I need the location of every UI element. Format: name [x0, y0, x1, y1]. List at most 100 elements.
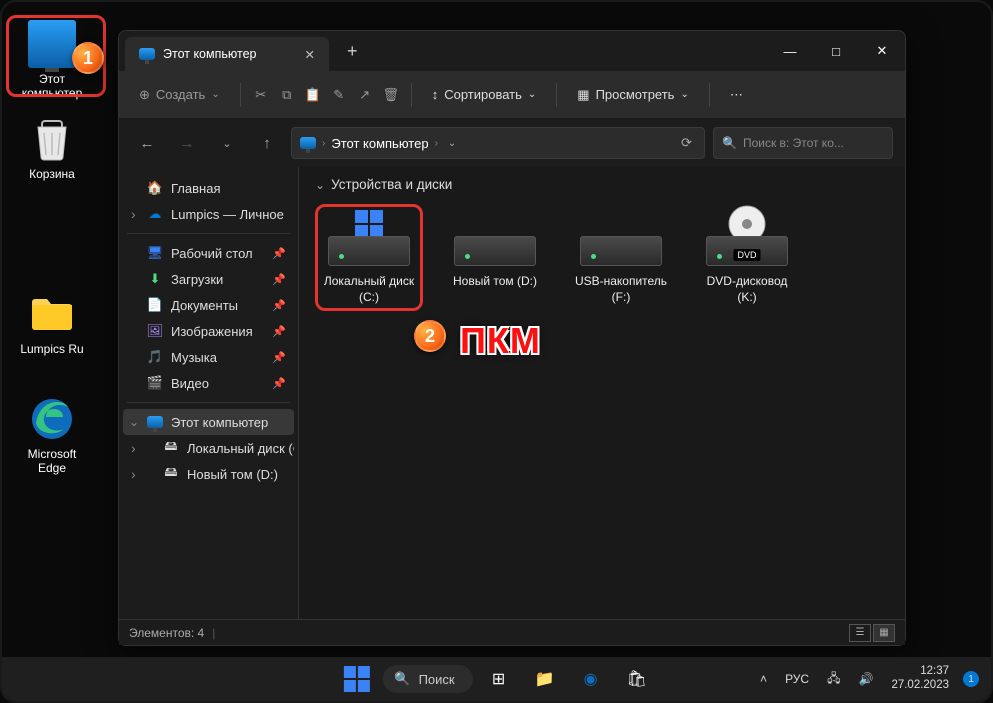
sidebar-documents[interactable]: 📄 Документы 📌 [123, 292, 294, 318]
content-pane[interactable]: Устройства и диски Локальный диск (C:) Н… [299, 167, 905, 619]
video-icon: 🎬 [147, 375, 163, 391]
download-icon: ⬇ [147, 271, 163, 287]
chevron-down-icon: ⌄ [211, 89, 219, 100]
taskbar[interactable]: 🔍 Поиск ⊞ 📁 ◉ 🛍 ˄ РУС 🖧 🔊 12:37 27.02.20… [2, 657, 991, 701]
nav-back-button[interactable]: ← [131, 127, 163, 159]
sidebar-pictures[interactable]: 🖼 Изображения 📌 [123, 318, 294, 344]
view-details-button[interactable]: ☰ [849, 624, 871, 642]
share-button[interactable]: ↗ [355, 86, 375, 104]
toolbar-label: Сортировать [444, 87, 522, 102]
start-button[interactable] [336, 659, 376, 699]
refresh-button[interactable]: ⟳ [677, 131, 696, 155]
clock-date: 27.02.2023 [891, 679, 949, 693]
document-icon: 📄 [147, 297, 163, 313]
view-button[interactable]: ▦ Просмотреть ⌄ [567, 81, 699, 109]
taskview-icon: ⊞ [492, 669, 505, 689]
toolbar-label: Просмотреть [596, 87, 675, 102]
drive-new-volume-d[interactable]: Новый том (D:) [441, 204, 549, 311]
navigation-pane[interactable]: 🏠 Главная ☁ Lumpics — Личное 🖥 Рабочий с… [119, 167, 299, 619]
monitor-icon [139, 46, 155, 62]
minimize-button[interactable]: — [767, 31, 813, 71]
tab-this-pc[interactable]: Этот компьютер ✕ [125, 37, 329, 71]
sidebar-desktop[interactable]: 🖥 Рабочий стол 📌 [123, 240, 294, 266]
edge-icon [28, 395, 76, 443]
desktop-icon-folder[interactable]: Lumpics Ru [12, 290, 92, 356]
drive-icon: 🖴 [163, 440, 179, 456]
desktop-icon-recycle-bin[interactable]: Корзина [12, 115, 92, 181]
item-count: Элементов: 4 [129, 626, 204, 640]
taskbar-store[interactable]: 🛍 [617, 659, 657, 699]
monitor-icon [147, 414, 163, 430]
trash-icon [28, 115, 76, 163]
chevron-down-icon: ⌄ [528, 89, 536, 100]
taskbar-edge[interactable]: ◉ [571, 659, 611, 699]
drive-usb-f[interactable]: USB-накопитель (F:) [567, 204, 675, 311]
drive-label: USB-накопитель (F:) [573, 274, 669, 305]
drive-icon [454, 210, 536, 266]
sidebar-item-label: Новый том (D:) [187, 467, 278, 482]
nav-forward-button[interactable]: → [171, 127, 203, 159]
paste-button[interactable]: 📋 [303, 86, 323, 104]
tray-clock[interactable]: 12:37 27.02.2023 [887, 661, 953, 697]
nav-up-button[interactable]: ↑ [251, 127, 283, 159]
group-label: Устройства и диски [331, 177, 452, 192]
tray-overflow-button[interactable]: ˄ [756, 668, 771, 690]
music-icon: 🎵 [147, 349, 163, 365]
desktop-icon-edge[interactable]: Microsoft Edge [12, 395, 92, 476]
rename-icon: ✎ [333, 87, 344, 103]
drive-label: Новый том (D:) [447, 274, 543, 290]
close-button[interactable]: ✕ [859, 31, 905, 71]
store-icon: 🛍 [626, 669, 646, 689]
pin-icon: 📌 [272, 247, 286, 260]
breadcrumb-segment[interactable]: Этот компьютер [331, 136, 428, 151]
sidebar-onedrive[interactable]: ☁ Lumpics — Личное [123, 201, 294, 227]
sort-button[interactable]: ↕ Сортировать ⌄ [422, 81, 547, 108]
sidebar-downloads[interactable]: ⬇ Загрузки 📌 [123, 266, 294, 292]
toolbar: ⊕ Создать ⌄ ✂ ⧉ 📋 ✎ ↗ 🗑 ↕ Сортировать ⌄ … [119, 71, 905, 119]
window-titlebar[interactable]: Этот компьютер ✕ + — □ ✕ [119, 31, 905, 71]
sidebar-this-pc[interactable]: Этот компьютер [123, 409, 294, 435]
view-tiles-button[interactable]: ▦ [873, 624, 895, 642]
pin-icon: 📌 [272, 351, 286, 364]
desktop-icon-label: Lumpics Ru [12, 342, 92, 356]
task-view-button[interactable]: ⊞ [479, 659, 519, 699]
taskbar-search[interactable]: 🔍 Поиск [382, 665, 472, 693]
nav-recent-button[interactable]: ⌄ [211, 127, 243, 159]
new-tab-button[interactable]: + [339, 37, 366, 66]
cut-button[interactable]: ✂ [251, 86, 271, 104]
drive-local-disk-c[interactable]: Локальный диск (C:) [315, 204, 423, 311]
tab-close-button[interactable]: ✕ [304, 47, 314, 62]
sidebar-local-disk-c[interactable]: 🖴 Локальный диск (C:) [123, 435, 294, 461]
tray-language[interactable]: РУС [781, 668, 813, 690]
search-placeholder: Поиск в: Этот ко... [743, 136, 844, 150]
more-icon: ⋯ [730, 87, 743, 103]
rename-button[interactable]: ✎ [329, 86, 349, 104]
chevron-right-icon: › [322, 138, 325, 149]
address-bar[interactable]: › Этот компьютер › ⌄ ⟳ [291, 127, 705, 159]
chevron-down-icon: ⌄ [680, 89, 688, 100]
group-devices-drives[interactable]: Устройства и диски [315, 177, 889, 192]
address-dropdown-button[interactable]: ⌄ [444, 134, 460, 153]
taskbar-explorer[interactable]: 📁 [525, 659, 565, 699]
tray-network-icon[interactable]: 🖧 [823, 665, 844, 694]
copy-button[interactable]: ⧉ [277, 86, 297, 104]
sidebar-music[interactable]: 🎵 Музыка 📌 [123, 344, 294, 370]
search-icon: 🔍 [394, 671, 410, 687]
navigation-bar: ← → ⌄ ↑ › Этот компьютер › ⌄ ⟳ 🔍 Поиск в… [119, 119, 905, 167]
more-button[interactable]: ⋯ [720, 81, 753, 109]
sidebar-new-volume-d[interactable]: 🖴 Новый том (D:) [123, 461, 294, 487]
delete-button[interactable]: 🗑 [381, 86, 401, 104]
view-icon: ▦ [577, 87, 589, 103]
sidebar-videos[interactable]: 🎬 Видео 📌 [123, 370, 294, 396]
drive-label: Локальный диск (C:) [321, 274, 417, 305]
tray-volume-icon[interactable]: 🔊 [854, 668, 877, 690]
search-input[interactable]: 🔍 Поиск в: Этот ко... [713, 127, 893, 159]
drive-dvd-k[interactable]: DVD DVD-дисковод (K:) [693, 204, 801, 311]
notification-badge[interactable]: 1 [963, 671, 979, 687]
maximize-button[interactable]: □ [813, 31, 859, 71]
sidebar-home[interactable]: 🏠 Главная [123, 175, 294, 201]
new-button[interactable]: ⊕ Создать ⌄ [129, 81, 230, 109]
sidebar-item-label: Изображения [171, 324, 253, 339]
copy-icon: ⧉ [282, 87, 291, 103]
folder-icon: 📁 [535, 669, 555, 689]
